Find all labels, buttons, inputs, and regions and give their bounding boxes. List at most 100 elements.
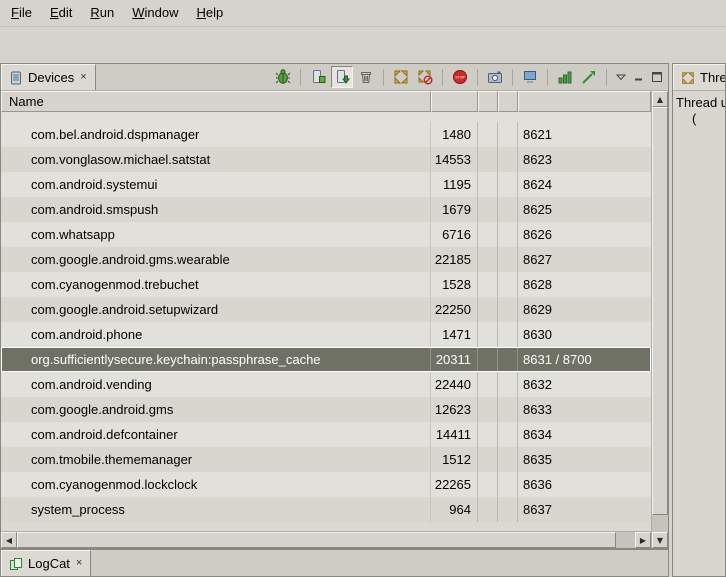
- dump-hprof-icon[interactable]: [331, 66, 353, 88]
- tab-threads[interactable]: Threads: [673, 64, 725, 90]
- column-header-name[interactable]: Name: [1, 91, 431, 112]
- systrace-icon[interactable]: [578, 66, 600, 88]
- vertical-scroll-thumb[interactable]: [652, 107, 668, 515]
- cause-gc-icon[interactable]: [355, 66, 377, 88]
- empty-cell: [478, 247, 498, 272]
- process-name-cell: com.google.android.gms.wearable: [1, 247, 431, 272]
- table-row[interactable]: com.google.android.setupwizard22250 8629: [1, 297, 651, 322]
- empty-cell: [498, 347, 518, 372]
- empty-cell: [478, 372, 498, 397]
- pid-cell: 22185: [431, 247, 478, 272]
- partial-row: [1, 112, 651, 122]
- table-row[interactable]: com.android.systemui11958624: [1, 172, 651, 197]
- table-row[interactable]: com.android.phone14718630: [1, 322, 651, 347]
- view-hierarchy-icon[interactable]: [519, 66, 541, 88]
- table-row[interactable]: com.android.smspush16798625: [1, 197, 651, 222]
- svg-text:STOP: STOP: [455, 76, 465, 80]
- column-header-pid[interactable]: [431, 91, 478, 112]
- stop-threads-icon[interactable]: [414, 66, 436, 88]
- scroll-right-icon[interactable]: ▶: [635, 532, 651, 548]
- pid-cell: 14411: [431, 422, 478, 447]
- table-row[interactable]: com.vonglasow.michael.satstat14553 8623: [1, 147, 651, 172]
- empty-cell: [498, 147, 518, 172]
- horizontal-scrollbar[interactable]: ◀ ▶: [1, 531, 651, 548]
- update-threads-icon[interactable]: [390, 66, 412, 88]
- table-row[interactable]: com.bel.android.dspmanager14808621: [1, 122, 651, 147]
- debug-process-icon[interactable]: [272, 66, 294, 88]
- pid-cell: 14553: [431, 147, 478, 172]
- table-row[interactable]: org.sufficientlysecure.keychain:passphra…: [1, 347, 651, 372]
- process-name-cell: com.android.phone: [1, 322, 431, 347]
- empty-cell: [498, 247, 518, 272]
- port-cell: 8634: [518, 422, 651, 447]
- port-cell: 8631 / 8700: [518, 347, 651, 372]
- port-cell: 8629: [518, 297, 651, 322]
- empty-cell: [498, 197, 518, 222]
- table-row[interactable]: system_process9648637: [1, 497, 651, 522]
- horizontal-scroll-thumb[interactable]: [17, 532, 616, 548]
- port-cell: 8625: [518, 197, 651, 222]
- minimize-icon[interactable]: [631, 69, 647, 85]
- horizontal-scroll-track[interactable]: [17, 532, 635, 548]
- table-row[interactable]: com.google.android.gms126238633: [1, 397, 651, 422]
- empty-cell: [498, 397, 518, 422]
- vertical-scroll-track[interactable]: [652, 107, 668, 532]
- threads-message-line-1: Thread up: [676, 95, 722, 111]
- vertical-scrollbar[interactable]: ▲ ▼: [651, 91, 668, 548]
- column-header-empty-1[interactable]: [478, 91, 498, 112]
- menu-run[interactable]: Run: [81, 0, 123, 26]
- process-name-cell: org.sufficientlysecure.keychain:passphra…: [1, 347, 431, 372]
- update-heap-icon[interactable]: [307, 66, 329, 88]
- close-icon[interactable]: ×: [75, 558, 83, 569]
- empty-cell: [478, 447, 498, 472]
- table-row[interactable]: com.cyanogenmod.lockclock222658636: [1, 472, 651, 497]
- table-row[interactable]: com.cyanogenmod.trebuchet15288628: [1, 272, 651, 297]
- scroll-down-icon[interactable]: ▼: [652, 532, 668, 548]
- toolbar-separator: [383, 69, 384, 86]
- empty-cell: [498, 272, 518, 297]
- table-row[interactable]: com.android.defcontainer144118634: [1, 422, 651, 447]
- pid-cell: 22250: [431, 297, 478, 322]
- process-name-cell: com.tmobile.thememanager: [1, 447, 431, 472]
- menu-file[interactable]: File: [2, 0, 41, 26]
- pid-cell: 1679: [431, 197, 478, 222]
- column-header-port[interactable]: [518, 91, 651, 112]
- scroll-left-icon[interactable]: ◀: [1, 532, 17, 548]
- menu-help[interactable]: Help: [187, 0, 232, 26]
- empty-cell: [498, 222, 518, 247]
- table-row[interactable]: com.android.vending224408632: [1, 372, 651, 397]
- table-row[interactable]: com.whatsapp67168626: [1, 222, 651, 247]
- empty-cell: [478, 422, 498, 447]
- menu-edit[interactable]: Edit: [41, 0, 81, 26]
- tab-devices[interactable]: Devices ×: [1, 64, 96, 90]
- close-icon[interactable]: ×: [79, 72, 87, 83]
- view-menu-icon[interactable]: [613, 69, 629, 85]
- stop-process-icon[interactable]: STOP: [449, 66, 471, 88]
- logcat-icon: [9, 557, 23, 571]
- threads-view: Threads Thread up (: [672, 63, 726, 577]
- maximize-icon[interactable]: [649, 69, 665, 85]
- menu-window[interactable]: Window: [123, 0, 187, 26]
- process-name-cell: com.vonglasow.michael.satstat: [1, 147, 431, 172]
- port-cell: 8628: [518, 272, 651, 297]
- pid-cell: 12623: [431, 397, 478, 422]
- port-cell: 8637: [518, 497, 651, 522]
- pid-cell: 6716: [431, 222, 478, 247]
- table-row[interactable]: com.tmobile.thememanager15128635: [1, 447, 651, 472]
- table-row[interactable]: com.google.android.gms.wearable221858627: [1, 247, 651, 272]
- column-header-empty-2[interactable]: [498, 91, 518, 112]
- screen-capture-icon[interactable]: [484, 66, 506, 88]
- port-cell: 8623: [518, 147, 651, 172]
- process-name-cell: com.android.vending: [1, 372, 431, 397]
- toolbar-separator: [477, 69, 478, 86]
- scroll-up-icon[interactable]: ▲: [652, 91, 668, 107]
- tab-logcat[interactable]: LogCat ×: [1, 550, 91, 576]
- empty-cell: [478, 122, 498, 147]
- table-rows: com.bel.android.dspmanager14808621com.vo…: [1, 112, 651, 531]
- method-profiling-icon[interactable]: [554, 66, 576, 88]
- pid-cell: 20311: [431, 347, 478, 372]
- process-name-cell: com.google.android.setupwizard: [1, 297, 431, 322]
- port-cell: 8630: [518, 322, 651, 347]
- devices-tabbar: Devices ×: [1, 64, 668, 91]
- toolbar-separator: [512, 69, 513, 86]
